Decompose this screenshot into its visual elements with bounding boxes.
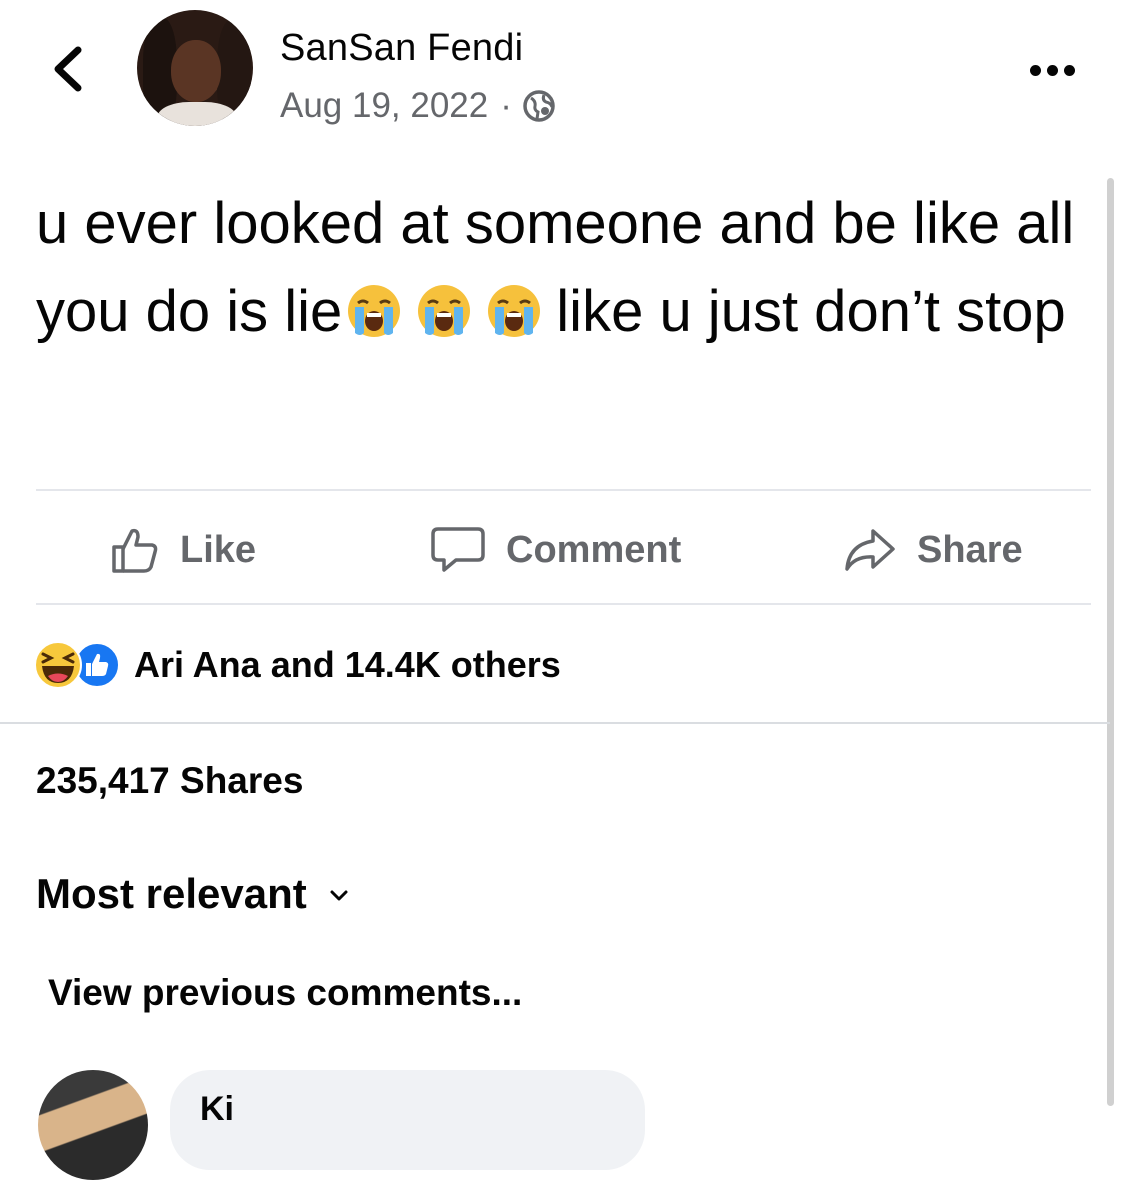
author-avatar[interactable]	[137, 10, 253, 126]
post-meta: Aug 19, 2022 ·	[280, 86, 556, 126]
divider	[36, 489, 1091, 491]
crying-face-emoji-icon	[348, 285, 401, 337]
haha-reaction-icon	[34, 641, 82, 689]
globe-icon	[523, 90, 555, 122]
comment-bubble-icon	[431, 527, 485, 572]
sort-label: Most relevant	[36, 870, 307, 917]
share-arrow-icon	[845, 529, 895, 571]
commenter-avatar[interactable]	[38, 1070, 148, 1180]
view-previous-comments-link[interactable]: View previous comments...	[48, 972, 522, 1014]
comment-label: Comment	[506, 528, 682, 571]
commenter-name[interactable]: Ki	[200, 1090, 234, 1129]
reactions-text: Ari Ana and 14.4K others	[134, 644, 561, 685]
chevron-down-icon	[330, 890, 348, 901]
author-name[interactable]: SanSan Fendi	[280, 27, 523, 70]
share-button[interactable]: Share	[843, 520, 1023, 580]
like-label: Like	[180, 528, 257, 571]
thumbs-up-icon	[112, 528, 158, 573]
like-button[interactable]: Like	[110, 520, 256, 580]
scrollbar[interactable]	[1107, 178, 1114, 1106]
crying-face-emoji-icon	[488, 285, 541, 337]
post-text: u ever looked at someone and be like all…	[36, 180, 1096, 356]
back-chevron-icon[interactable]	[48, 44, 88, 94]
divider	[36, 603, 1091, 605]
post-text-part2: like u just don’t stop	[556, 279, 1066, 344]
divider	[0, 722, 1110, 724]
more-options-icon[interactable]	[1030, 56, 1082, 84]
comment-button[interactable]: Comment	[430, 520, 681, 580]
comment-sort-dropdown[interactable]: Most relevant	[36, 870, 349, 918]
post-date[interactable]: Aug 19, 2022	[280, 86, 488, 126]
share-label: Share	[917, 528, 1023, 571]
shares-count[interactable]: 235,417 Shares	[36, 760, 303, 802]
reactions-summary[interactable]: Ari Ana and 14.4K others	[34, 640, 561, 690]
comment-bubble	[170, 1070, 645, 1170]
crying-face-emoji-icon	[418, 285, 471, 337]
meta-separator: ·	[500, 86, 512, 125]
